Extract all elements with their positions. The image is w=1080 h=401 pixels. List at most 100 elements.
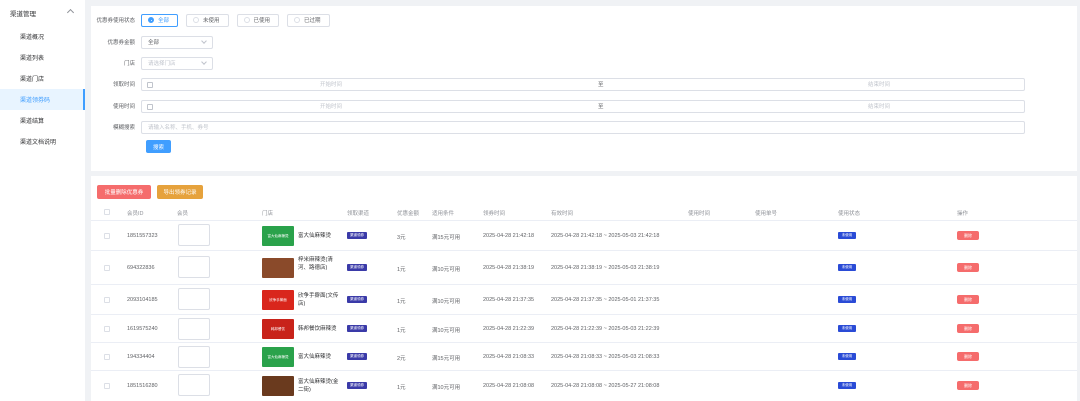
search-button[interactable]: 搜索 xyxy=(146,140,171,153)
store-thumbnail: 欣争手擀面 xyxy=(262,290,294,310)
chevron-down-icon xyxy=(201,59,207,65)
sidebar-item-settlement[interactable]: 渠道结算 xyxy=(0,110,85,131)
store-filter-row: 门店 请选择门店 xyxy=(91,55,213,71)
receive-time-row: 领取时间 开始时间 至 结束时间 xyxy=(91,76,1025,92)
amount-select-value: 全部 xyxy=(148,40,160,46)
member-avatar xyxy=(178,224,210,246)
amount-select[interactable]: 全部 xyxy=(141,35,213,49)
thumb-text: 富大仙麻辣烫 xyxy=(267,355,289,359)
table-row: 1851557323 富大仙麻辣烫 富大仙麻辣烫 渠道领券 3元 满15元可用 … xyxy=(91,221,1077,251)
cell-valid-time: 2025-04-28 21:38:19 ~ 2025-05-03 21:38:1… xyxy=(551,265,660,271)
header-member: 会员 xyxy=(177,211,189,217)
receive-time-range[interactable]: 开始时间 至 结束时间 xyxy=(141,77,1025,91)
status-radio-expired[interactable]: 已过期 xyxy=(287,13,330,27)
store-select-placeholder: 请选择门店 xyxy=(148,61,176,67)
sidebar-item-label: 渠道门店 xyxy=(20,77,45,83)
sidebar-item-list[interactable]: 渠道列表 xyxy=(0,47,85,68)
calendar-icon xyxy=(147,81,153,88)
cell-member-id: 2093104185 xyxy=(127,297,158,303)
row-checkbox[interactable] xyxy=(104,233,110,239)
table-row: 694322836 梓米麻辣烫(清河、路德店) 渠道领券 1元 满10元可用 2… xyxy=(91,251,1077,285)
header-receive-time: 领券时间 xyxy=(483,211,506,217)
filter-panel: 优惠券使用状态 全部 未使用 已使用 已过期 优惠券金额 全部 门店 请选择门店… xyxy=(91,6,1077,171)
store-filter-label: 门店 xyxy=(123,61,135,67)
status-filter-label: 优惠券使用状态 xyxy=(96,18,135,24)
delete-button[interactable]: 删除 xyxy=(957,231,979,240)
row-checkbox[interactable] xyxy=(104,354,110,360)
use-time-range[interactable]: 开始时间 至 结束时间 xyxy=(141,99,1025,113)
sidebar-item-stores[interactable]: 渠道门店 xyxy=(0,68,85,89)
keyword-label: 模糊搜索 xyxy=(112,125,135,131)
amount-filter-row: 优惠券金额 全部 xyxy=(91,34,213,50)
table-row: 1619575240 韩邦餐饮 韩邦餐饮麻辣烫 渠道领券 1元 满10元可用 2… xyxy=(91,315,1077,343)
member-avatar xyxy=(178,288,210,310)
cell-member-id: 1851557323 xyxy=(127,233,158,239)
cell-condition: 满10元可用 xyxy=(432,328,461,334)
keyword-input[interactable]: 请输入名称、手机、券号 xyxy=(141,120,1025,134)
cell-receive-time: 2025-04-28 21:22:39 xyxy=(483,326,535,332)
row-checkbox[interactable] xyxy=(104,265,110,271)
status-radio-all[interactable]: 全部 xyxy=(141,13,179,27)
header-amount: 优惠金额 xyxy=(397,211,420,217)
cell-store: 韩邦餐饮麻辣烫 xyxy=(298,326,337,332)
sidebar-item-label: 渠道结算 xyxy=(20,119,45,125)
cell-receive-time: 2025-04-28 21:37:35 xyxy=(483,297,535,303)
cell-receive-time: 2025-04-28 21:08:08 xyxy=(483,383,535,389)
delete-button[interactable]: 删除 xyxy=(957,324,979,333)
row-checkbox[interactable] xyxy=(104,297,110,303)
radio-label: 全部 xyxy=(158,18,170,24)
cell-member-id: 1619575240 xyxy=(127,326,158,332)
status-radio-used[interactable]: 已使用 xyxy=(236,13,280,27)
status-filter-row: 优惠券使用状态 全部 未使用 已使用 已过期 xyxy=(91,12,338,28)
sidebar: 渠道管理 渠道概况 渠道列表 渠道门店 渠道领券码 渠道结算 渠道文档说明 xyxy=(0,0,85,401)
sidebar-item-label: 渠道文档说明 xyxy=(20,140,57,146)
status-badge: 未使用 xyxy=(838,232,856,239)
date-end-placeholder: 结束时间 xyxy=(868,104,891,110)
chevron-up-icon xyxy=(66,8,75,17)
delete-button[interactable]: 删除 xyxy=(957,263,979,272)
keyword-row: 模糊搜索 请输入名称、手机、券号 xyxy=(91,119,1025,135)
select-all-checkbox[interactable] xyxy=(104,209,110,215)
table-header: 会员ID 会员 门店 领取渠道 优惠金额 适用条件 领券时间 有效时间 使用时间… xyxy=(91,204,1077,221)
header-action: 操作 xyxy=(957,211,969,217)
status-radio-unused[interactable]: 未使用 xyxy=(186,13,229,27)
sidebar-item-label: 渠道概况 xyxy=(20,35,45,41)
delete-button[interactable]: 删除 xyxy=(957,295,979,304)
store-select[interactable]: 请选择门店 xyxy=(141,56,213,70)
sidebar-item-docs[interactable]: 渠道文档说明 xyxy=(0,131,85,152)
table-row: 1851516280 富大仙麻辣烫(金二街) 渠道领券 1元 满10元可用 20… xyxy=(91,371,1077,401)
sidebar-item-coupons[interactable]: 渠道领券码 xyxy=(0,89,85,110)
channel-tag: 渠道领券 xyxy=(347,353,367,360)
sidebar-item-overview[interactable]: 渠道概况 xyxy=(0,26,85,47)
use-time-label: 使用时间 xyxy=(112,104,135,110)
sidebar-group-channel[interactable]: 渠道管理 xyxy=(0,0,85,26)
row-checkbox[interactable] xyxy=(104,383,110,389)
delete-button[interactable]: 删除 xyxy=(957,381,979,390)
thumb-text: 欣争手擀面 xyxy=(269,298,287,302)
thumb-text: 韩邦餐饮 xyxy=(271,327,285,331)
batch-delete-button[interactable]: 批量删除优惠券 xyxy=(97,185,151,199)
date-end-placeholder: 结束时间 xyxy=(868,82,891,88)
store-thumbnail: 富大仙麻辣烫 xyxy=(262,226,294,246)
channel-tag: 渠道领券 xyxy=(347,382,367,389)
export-records-button[interactable]: 导出领券记录 xyxy=(157,185,203,199)
cell-store: 梓米麻辣烫(清河、路德店) xyxy=(298,257,333,271)
header-store: 门店 xyxy=(262,211,274,217)
channel-tag: 渠道领券 xyxy=(347,325,367,332)
row-checkbox[interactable] xyxy=(104,326,110,332)
channel-tag: 渠道领券 xyxy=(347,296,367,303)
cell-valid-time: 2025-04-28 21:22:39 ~ 2025-05-03 21:22:3… xyxy=(551,326,660,332)
cell-member-id: 194334404 xyxy=(127,354,155,360)
cell-amount: 2元 xyxy=(397,356,406,362)
status-badge: 未使用 xyxy=(838,382,856,389)
member-avatar xyxy=(178,374,210,396)
channel-tag: 渠道领券 xyxy=(347,232,367,239)
delete-button[interactable]: 删除 xyxy=(957,352,979,361)
date-separator: 至 xyxy=(598,82,604,88)
cell-receive-time: 2025-04-28 21:42:18 xyxy=(483,233,535,239)
header-status: 使用状态 xyxy=(838,211,861,217)
status-badge: 未使用 xyxy=(838,325,856,332)
header-member-id: 会员ID xyxy=(127,211,144,217)
table-row: 2093104185 欣争手擀面 欣争手擀面(文传店) 渠道领券 1元 满10元… xyxy=(91,285,1077,315)
receive-time-label: 领取时间 xyxy=(112,82,135,88)
